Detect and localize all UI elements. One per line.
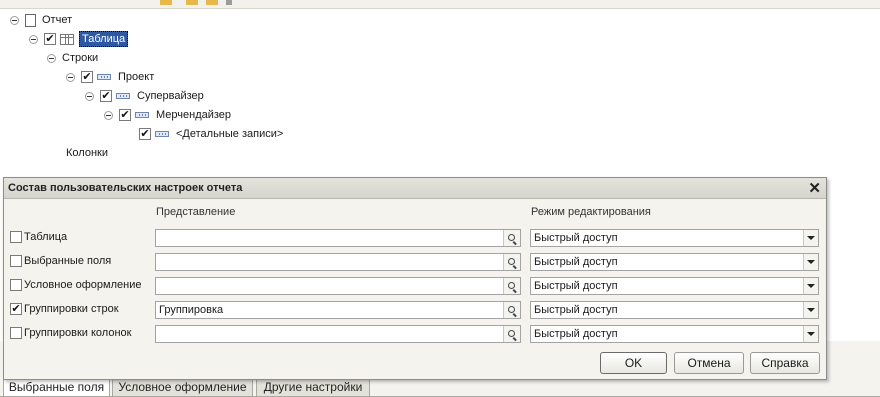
table-icon [60, 33, 74, 45]
grouping-field-icon [116, 93, 130, 99]
chevron-down-icon[interactable] [803, 326, 818, 342]
presentation-input[interactable] [155, 277, 521, 295]
tab-label: Условное оформление [118, 380, 247, 394]
search-icon[interactable] [503, 230, 520, 246]
tree-node-columns[interactable]: Колонки [66, 144, 108, 162]
checkbox[interactable]: ✔ [10, 303, 22, 315]
toolbar-strip [0, 0, 880, 9]
background-panel [827, 179, 880, 341]
collapse-icon[interactable] [66, 72, 75, 82]
report-icon [25, 13, 36, 27]
tree-node-table[interactable]: ✔ Таблица [29, 30, 129, 48]
edit-mode-select[interactable]: Быстрый доступ [530, 229, 819, 247]
checkbox[interactable] [10, 231, 22, 243]
tree-node-supervisor[interactable]: ✔ Супервайзер [85, 87, 204, 105]
dialog-title-bar[interactable]: Состав пользовательских настроек отчета … [4, 178, 826, 199]
tab-label: Другие настройки [263, 380, 363, 394]
grouping-field-icon [135, 112, 149, 118]
setting-row-table[interactable]: Таблица [10, 229, 67, 245]
presentation-value: Группировка [159, 304, 224, 316]
collapse-icon[interactable] [85, 91, 94, 101]
checkbox[interactable] [10, 327, 22, 339]
search-icon[interactable] [503, 254, 520, 270]
tree-node-merchandiser[interactable]: ✔ Мерчендайзер [104, 106, 231, 124]
tree-node-label: <Детальные записи> [176, 128, 284, 140]
tree-node-rows[interactable]: Строки [47, 49, 98, 67]
setting-label: Таблица [24, 231, 68, 243]
presentation-input[interactable] [155, 253, 521, 271]
checkbox[interactable] [10, 279, 22, 291]
presentation-input[interactable] [155, 229, 521, 247]
tree-node-label: Строки [62, 52, 99, 64]
tree-node-label: Супервайзер [137, 90, 204, 102]
collapse-icon[interactable] [47, 53, 56, 63]
edit-mode-select[interactable]: Быстрый доступ [530, 253, 819, 271]
settings-tree: Отчет ✔ Таблица Строки ✔ Проект ✔ Суперв… [0, 9, 880, 179]
setting-label: Условное оформление [24, 279, 142, 291]
presentation-input[interactable]: Группировка [155, 301, 521, 319]
setting-label: Группировки колонок [24, 327, 132, 339]
edit-mode-value: Быстрый доступ [534, 328, 618, 340]
edit-mode-value: Быстрый доступ [534, 256, 618, 268]
tree-node-label: Отчет [42, 14, 73, 26]
toolbar-icon[interactable] [186, 0, 198, 5]
toolbar-icon[interactable] [206, 0, 218, 5]
tree-node-label: Проект [118, 71, 155, 83]
chevron-down-icon[interactable] [803, 278, 818, 294]
grouping-field-icon [155, 131, 169, 137]
checkbox[interactable]: ✔ [100, 90, 112, 102]
tree-node-project[interactable]: ✔ Проект [66, 68, 154, 86]
tree-node-details[interactable]: ✔ <Детальные записи> [139, 125, 283, 143]
tree-node-label: Мерчендайзер [156, 109, 232, 121]
setting-row-column-groupings[interactable]: Группировки колонок [10, 325, 131, 341]
checkbox[interactable] [10, 255, 22, 267]
tree-node-label: Таблица [79, 31, 129, 47]
tree-node-report[interactable]: Отчет [10, 11, 72, 29]
grouping-field-icon [97, 74, 111, 80]
search-icon[interactable] [503, 326, 520, 342]
search-icon[interactable] [503, 302, 520, 318]
edit-mode-select[interactable]: Быстрый доступ [530, 301, 819, 319]
setting-label: Выбранные поля [24, 255, 112, 267]
dialog-title: Состав пользовательских настроек отчета [8, 182, 243, 194]
checkbox[interactable]: ✔ [44, 33, 56, 45]
setting-row-conditional-formatting[interactable]: Условное оформление [10, 277, 141, 293]
help-button[interactable]: Справка [750, 352, 820, 374]
chevron-down-icon[interactable] [803, 302, 818, 318]
chevron-down-icon[interactable] [803, 254, 818, 270]
toolbar-icon[interactable] [160, 0, 172, 5]
checkbox[interactable]: ✔ [81, 71, 93, 83]
chevron-down-icon[interactable] [803, 230, 818, 246]
checkbox[interactable]: ✔ [139, 128, 151, 140]
collapse-icon[interactable] [29, 34, 38, 44]
search-icon[interactable] [503, 278, 520, 294]
column-header-presentation: Представление [156, 206, 236, 218]
edit-mode-select[interactable]: Быстрый доступ [530, 325, 819, 343]
checkbox[interactable]: ✔ [119, 109, 131, 121]
collapse-icon[interactable] [10, 15, 19, 25]
column-header-edit-mode: Режим редактирования [531, 206, 651, 218]
presentation-input[interactable] [155, 325, 521, 343]
user-settings-dialog: Состав пользовательских настроек отчета … [3, 177, 827, 380]
setting-row-row-groupings[interactable]: ✔ Группировки строк [10, 301, 119, 317]
edit-mode-value: Быстрый доступ [534, 304, 618, 316]
tab-label: Выбранные поля [8, 380, 105, 394]
edit-mode-select[interactable]: Быстрый доступ [530, 277, 819, 295]
ok-button[interactable]: OK [600, 352, 667, 374]
close-icon[interactable]: ✕ [808, 179, 821, 197]
setting-row-selected-fields[interactable]: Выбранные поля [10, 253, 111, 269]
collapse-icon[interactable] [104, 110, 113, 120]
setting-label: Группировки строк [24, 303, 119, 315]
edit-mode-value: Быстрый доступ [534, 232, 618, 244]
cancel-button[interactable]: Отмена [674, 352, 744, 374]
tree-node-label: Колонки [66, 147, 108, 159]
toolbar-icon[interactable] [226, 0, 232, 5]
edit-mode-value: Быстрый доступ [534, 280, 618, 292]
